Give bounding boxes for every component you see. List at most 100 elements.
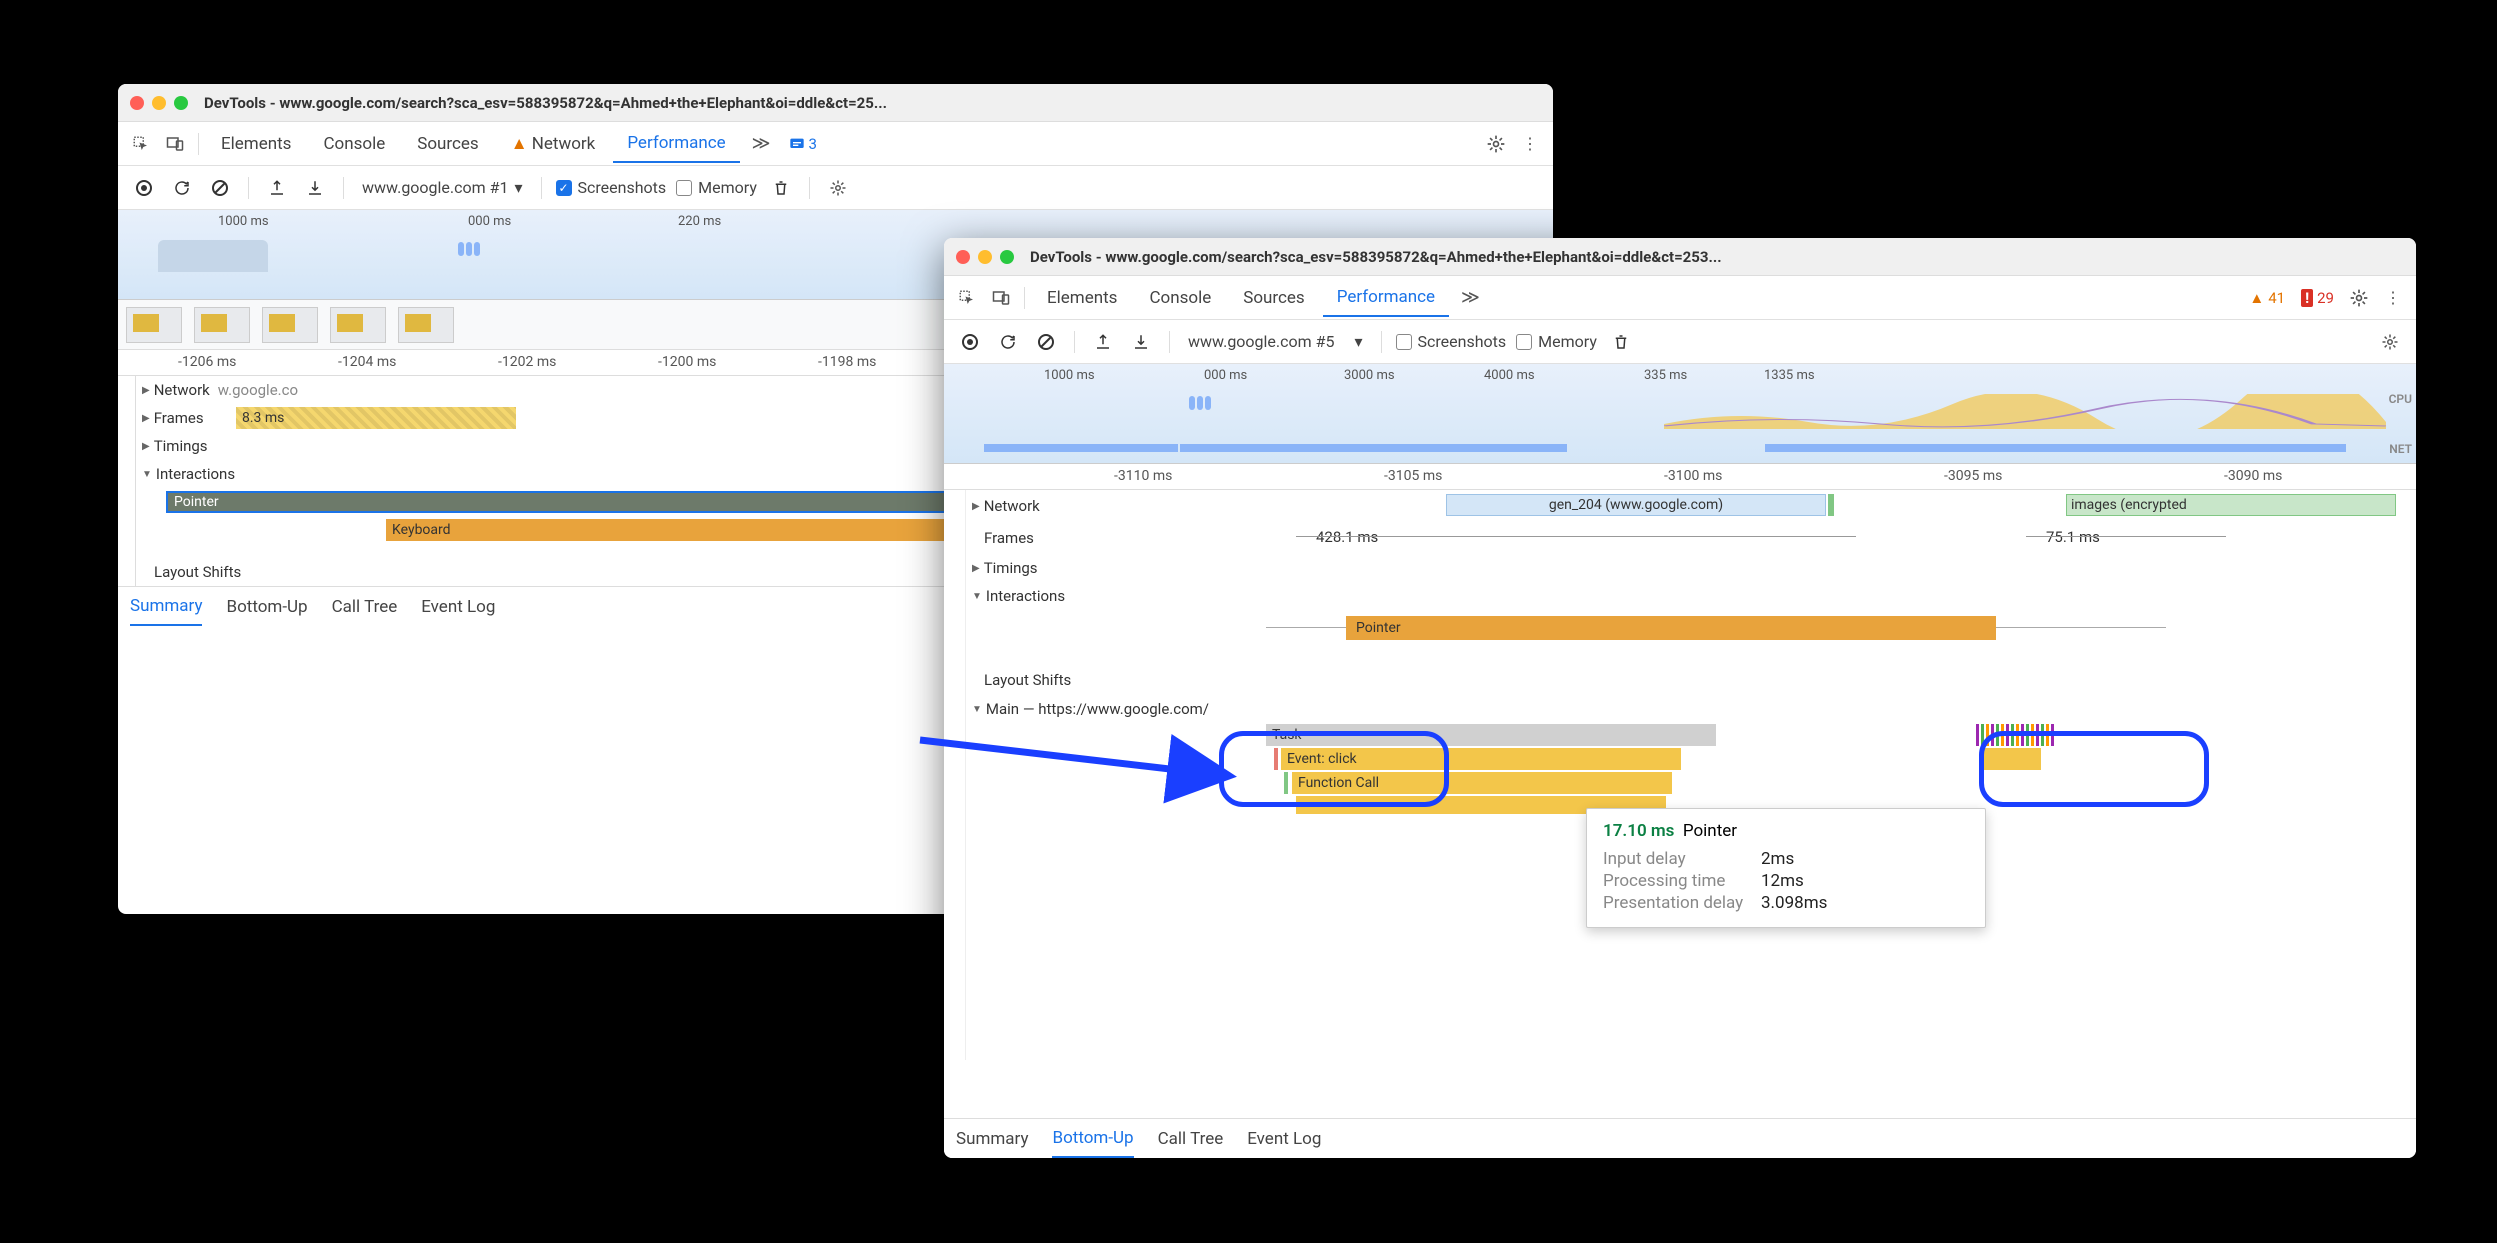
frames-track[interactable]: Frames 428.1 ms 75.1 ms [966, 522, 2416, 554]
tab-console[interactable]: Console [1135, 280, 1225, 316]
expand-icon[interactable]: ▶ [142, 413, 150, 424]
more-tabs-icon[interactable]: ≫ [1453, 287, 1488, 308]
main-track[interactable]: ▼ Main — https://www.google.com/ [966, 694, 2416, 724]
settings-icon[interactable] [2376, 328, 2404, 356]
more-tabs-icon[interactable]: ≫ [744, 133, 779, 154]
device-toggle-icon[interactable] [160, 129, 190, 159]
collapse-icon[interactable]: ▼ [972, 704, 982, 715]
kebab-menu-icon[interactable]: ⋮ [1515, 129, 1545, 159]
tooltip-title: 17.10 ms Pointer [1603, 821, 1969, 841]
tab-call-tree[interactable]: Call Tree [1158, 1121, 1224, 1157]
maximize-window-icon[interactable] [1000, 250, 1014, 264]
collapse-icon[interactable]: ▼ [972, 591, 982, 602]
pointer-bar[interactable]: Pointer [1346, 616, 1996, 640]
memory-checkbox[interactable]: Memory [1516, 332, 1597, 351]
summary-tabs: Summary Bottom-Up Call Tree Event Log [944, 1118, 2416, 1158]
warning-badge[interactable]: ▲ 41 [2243, 287, 2291, 309]
interaction-tooltip: 17.10 ms Pointer Input delay2ms Processi… [1586, 808, 1986, 928]
tab-network[interactable]: ▲ Network [497, 126, 610, 162]
recording-select[interactable]: www.google.com #1 ▾ [358, 178, 527, 197]
tab-performance[interactable]: Performance [613, 125, 739, 163]
network-track[interactable]: ▶ Network gen_204 (www.google.com) image… [966, 490, 2416, 522]
interactions-track[interactable]: ▼ Interactions [966, 582, 2416, 610]
memory-checkbox[interactable]: Memory [676, 178, 757, 197]
record-icon[interactable] [956, 328, 984, 356]
tab-bottom-up[interactable]: Bottom-Up [1052, 1120, 1133, 1158]
minimize-window-icon[interactable] [978, 250, 992, 264]
pointer-row[interactable]: Pointer [966, 610, 2416, 646]
tab-event-log[interactable]: Event Log [1247, 1121, 1321, 1157]
tab-elements[interactable]: Elements [1033, 280, 1131, 316]
frame-ms: 428.1 ms [1316, 528, 1378, 546]
time-marker: 220 ms [678, 214, 721, 229]
ruler-tick: -3095 ms [1944, 468, 2002, 484]
task-bar[interactable]: Task [1266, 724, 1716, 746]
network-tile[interactable]: gen_204 (www.google.com) [1446, 494, 1826, 516]
ruler-tick: -3110 ms [1114, 468, 1172, 484]
tab-event-log[interactable]: Event Log [421, 589, 495, 625]
collapse-icon[interactable]: ▼ [142, 469, 152, 480]
traffic-lights[interactable] [956, 250, 1014, 264]
record-icon[interactable] [130, 174, 158, 202]
inspect-icon[interactable] [952, 283, 982, 313]
trash-icon[interactable] [1607, 328, 1635, 356]
tab-call-tree[interactable]: Call Tree [332, 589, 398, 625]
screenshot-thumb[interactable] [262, 307, 318, 343]
frame-bar[interactable]: 8.3 ms [236, 407, 516, 429]
event-click-bar[interactable]: Event: click [1281, 748, 1681, 770]
expand-icon[interactable]: ▶ [972, 501, 980, 512]
screenshot-thumb[interactable] [398, 307, 454, 343]
inspect-icon[interactable] [126, 129, 156, 159]
range-handle[interactable] [1189, 396, 1211, 410]
upload-icon[interactable] [1089, 328, 1117, 356]
expand-icon[interactable]: ▶ [972, 563, 980, 574]
error-badge[interactable]: ! 29 [2295, 287, 2340, 309]
kebab-menu-icon[interactable]: ⋮ [2378, 283, 2408, 313]
network-tile[interactable]: images (encrypted [2066, 494, 2396, 516]
range-handle[interactable] [458, 242, 480, 256]
settings-icon[interactable] [1481, 129, 1511, 159]
reload-icon[interactable] [994, 328, 1022, 356]
screenshot-thumb[interactable] [126, 307, 182, 343]
layout-shifts-track[interactable]: Layout Shifts [966, 666, 2416, 694]
tooltip-label: Input delay [1603, 849, 1753, 869]
device-toggle-icon[interactable] [986, 283, 1016, 313]
timings-track[interactable]: ▶ Timings [966, 554, 2416, 582]
tab-bottom-up[interactable]: Bottom-Up [226, 589, 307, 625]
download-icon[interactable] [1127, 328, 1155, 356]
tab-sources[interactable]: Sources [1229, 280, 1318, 316]
close-window-icon[interactable] [956, 250, 970, 264]
minimize-window-icon[interactable] [152, 96, 166, 110]
trash-icon[interactable] [767, 174, 795, 202]
message-badge[interactable]: 3 [783, 133, 823, 155]
expand-icon[interactable]: ▶ [142, 441, 150, 452]
upload-icon[interactable] [263, 174, 291, 202]
screenshot-thumb[interactable] [194, 307, 250, 343]
function-call-bar[interactable]: Function Call [1292, 772, 1672, 794]
tab-performance[interactable]: Performance [1323, 279, 1449, 317]
clear-icon[interactable] [1032, 328, 1060, 356]
overview-timeline[interactable]: 1000 ms 000 ms 3000 ms 4000 ms 335 ms 13… [944, 364, 2416, 464]
settings-icon[interactable] [824, 174, 852, 202]
close-window-icon[interactable] [130, 96, 144, 110]
expand-icon[interactable]: ▶ [142, 385, 150, 396]
ruler-tick: -1206 ms [178, 354, 236, 370]
divider [541, 177, 542, 199]
settings-icon[interactable] [2344, 283, 2374, 313]
screenshots-checkbox[interactable]: Screenshots [1396, 332, 1507, 351]
download-icon[interactable] [301, 174, 329, 202]
clear-icon[interactable] [206, 174, 234, 202]
ruler-tick: -1200 ms [658, 354, 716, 370]
recording-select[interactable]: www.google.com #5 ▾ [1184, 332, 1367, 351]
tab-summary[interactable]: Summary [130, 588, 202, 626]
tab-sources[interactable]: Sources [403, 126, 492, 162]
reload-icon[interactable] [168, 174, 196, 202]
maximize-window-icon[interactable] [174, 96, 188, 110]
tab-console[interactable]: Console [309, 126, 399, 162]
screenshot-thumb[interactable] [330, 307, 386, 343]
tab-elements[interactable]: Elements [207, 126, 305, 162]
time-ruler[interactable]: -3110 ms -3105 ms -3100 ms -3095 ms -309… [944, 464, 2416, 490]
tab-summary[interactable]: Summary [956, 1121, 1028, 1157]
traffic-lights[interactable] [130, 96, 188, 110]
screenshots-checkbox[interactable]: ✓Screenshots [556, 178, 667, 197]
